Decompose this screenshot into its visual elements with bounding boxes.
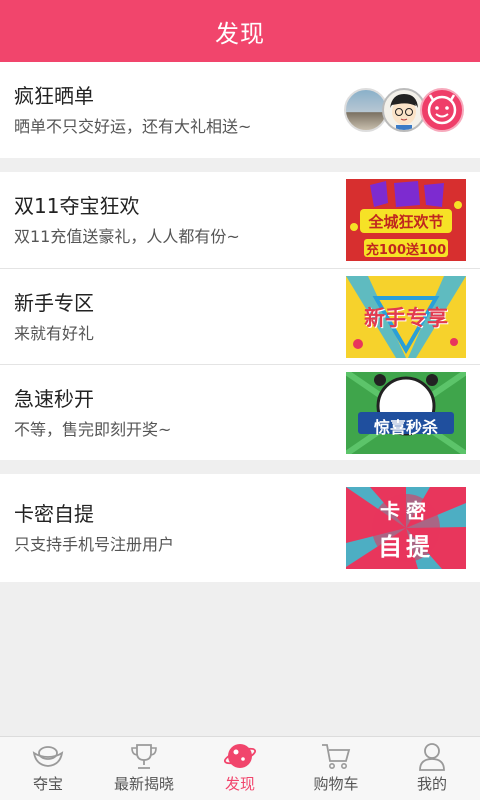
ingot-icon bbox=[31, 741, 65, 771]
flash-sale-banner: 惊喜秒杀 bbox=[346, 371, 466, 454]
share-order-text: 疯狂晒单 晒单不只交好运，还有大礼相送~ bbox=[14, 82, 344, 138]
user-icon bbox=[415, 741, 449, 771]
tab-mine[interactable]: 我的 bbox=[384, 737, 480, 800]
card-pickup-item[interactable]: 卡密自提 只支持手机号注册用户 卡密 自提 bbox=[0, 474, 480, 582]
card-pickup-subtitle: 只支持手机号注册用户 bbox=[14, 535, 175, 554]
newbie-banner-text: 新手专享 bbox=[364, 305, 448, 330]
card-pickup-text: 卡密自提 只支持手机号注册用户 bbox=[14, 500, 346, 556]
newbie-banner: 新手专享 bbox=[346, 275, 466, 358]
tab-duobao[interactable]: 夺宝 bbox=[0, 737, 96, 800]
share-order-subtitle: 晒单不只交好运，还有大礼相送~ bbox=[14, 117, 252, 136]
carnival-text: 双11夺宝狂欢 双11充值送豪礼，人人都有份~ bbox=[14, 192, 346, 248]
card-pickup-banner-line2: 自提 bbox=[378, 533, 434, 561]
card-pickup-banner-line1: 卡密 bbox=[380, 499, 432, 523]
newbie-subtitle: 来就有好礼 bbox=[14, 323, 95, 343]
share-order-title: 疯狂晒单 bbox=[14, 84, 94, 108]
page-title: 发现 bbox=[215, 19, 265, 48]
card-pickup-banner: 卡密 自提 bbox=[346, 487, 466, 569]
section-divider bbox=[0, 460, 480, 474]
newbie-title: 新手专区 bbox=[14, 290, 94, 315]
tab-label: 最新揭晓 bbox=[113, 775, 174, 793]
newbie-item[interactable]: 新手专区 来就有好礼 新手专享 bbox=[0, 268, 480, 364]
flash-sale-title: 急速秒开 bbox=[14, 386, 94, 411]
tab-label: 夺宝 bbox=[32, 775, 63, 793]
flash-sale-item[interactable]: 急速秒开 不等，售完即刻开奖~ 惊喜秒杀 bbox=[0, 364, 480, 460]
activities-section: 双11夺宝狂欢 双11充值送豪礼，人人都有份~ 全城狂欢节 充100送100 新… bbox=[0, 172, 480, 460]
avatar-pink-smiley bbox=[420, 88, 464, 132]
planet-icon bbox=[223, 741, 257, 771]
flash-sale-subtitle: 不等，售完即刻开奖~ bbox=[14, 419, 172, 439]
tab-discover[interactable]: 发现 bbox=[192, 737, 288, 800]
tab-latest-results[interactable]: 最新揭晓 bbox=[96, 737, 192, 800]
carnival-subtitle: 双11充值送豪礼，人人都有份~ bbox=[14, 227, 240, 246]
tab-label: 购物车 bbox=[313, 775, 359, 793]
flash-sale-banner-text: 惊喜秒杀 bbox=[373, 417, 438, 437]
share-avatars bbox=[344, 69, 466, 151]
share-section: 疯狂晒单 晒单不只交好运，还有大礼相送~ bbox=[0, 62, 480, 158]
cart-icon bbox=[319, 741, 353, 771]
tab-label: 我的 bbox=[416, 775, 447, 793]
top-bar: 发现 bbox=[0, 0, 480, 62]
discover-screen: 发现 疯狂晒单 晒单不只交好运，还有大礼相送~ 双11夺宝狂欢 双11充值送豪礼… bbox=[0, 0, 480, 800]
trophy-icon bbox=[127, 741, 161, 771]
bottom-tab-bar: 夺宝 最新揭晓 发现 购物车 我的 bbox=[0, 736, 480, 800]
section-divider bbox=[0, 158, 480, 172]
carnival-item[interactable]: 双11夺宝狂欢 双11充值送豪礼，人人都有份~ 全城狂欢节 充100送100 bbox=[0, 172, 480, 268]
carnival-banner-line2: 充100送100 bbox=[365, 243, 447, 258]
tab-cart[interactable]: 购物车 bbox=[288, 737, 384, 800]
card-section: 卡密自提 只支持手机号注册用户 卡密 自提 bbox=[0, 474, 480, 582]
tab-label: 发现 bbox=[224, 775, 255, 793]
carnival-banner: 全城狂欢节 充100送100 bbox=[346, 179, 466, 261]
carnival-title: 双11夺宝狂欢 bbox=[14, 194, 140, 218]
card-pickup-title: 卡密自提 bbox=[14, 502, 94, 526]
carnival-banner-line1: 全城狂欢节 bbox=[368, 213, 444, 231]
newbie-text: 新手专区 来就有好礼 bbox=[14, 289, 346, 345]
share-order-item[interactable]: 疯狂晒单 晒单不只交好运，还有大礼相送~ bbox=[0, 62, 480, 158]
flash-sale-text: 急速秒开 不等，售完即刻开奖~ bbox=[14, 385, 346, 441]
